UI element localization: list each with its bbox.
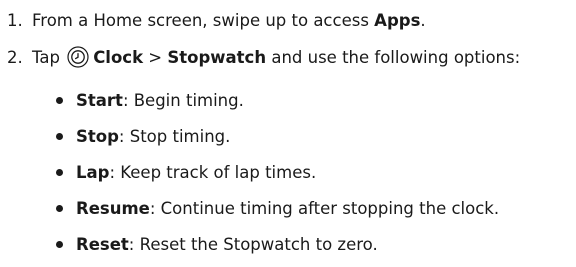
bullet-icon: [56, 240, 63, 248]
step-text: Tap Clock > Stopwatch and use the follow…: [32, 46, 521, 68]
option-stop: Stop: Stop timing.: [56, 121, 230, 151]
step-1: 1. From a Home screen, swipe up to acces…: [0, 5, 426, 35]
bullet-icon: [56, 168, 63, 176]
option-name: Stop: [76, 126, 119, 146]
option-name: Start: [76, 90, 123, 110]
option-desc: : Begin timing.: [122, 90, 244, 110]
option-resume: Resume: Continue timing after stopping t…: [56, 193, 499, 223]
option-reset: Reset: Reset the Stopwatch to zero.: [56, 229, 378, 259]
bullet-icon: [56, 204, 63, 212]
option-name: Reset: [76, 234, 129, 254]
option-desc: : Stop timing.: [118, 126, 231, 146]
apps-label: Apps: [374, 10, 421, 30]
step-number: 1.: [7, 10, 23, 30]
step-text: From a Home screen, swipe up to access A…: [32, 10, 426, 30]
clock-icon: [67, 46, 89, 68]
step-2: 2. Tap Clock > Stopwatch and use the fol…: [0, 42, 520, 72]
stopwatch-label: Stopwatch: [167, 47, 267, 67]
option-name: Lap: [76, 162, 110, 182]
option-start: Start: Begin timing.: [56, 85, 244, 115]
option-lap: Lap: Keep track of lap times.: [56, 157, 316, 187]
clock-label: Clock: [93, 47, 144, 67]
step-number: 2.: [7, 47, 23, 67]
option-desc: : Reset the Stopwatch to zero.: [128, 234, 378, 254]
bullet-icon: [56, 96, 63, 104]
option-name: Resume: [76, 198, 150, 218]
option-desc: : Continue timing after stopping the clo…: [149, 198, 500, 218]
bullet-icon: [56, 132, 63, 140]
option-desc: : Keep track of lap times.: [109, 162, 317, 182]
